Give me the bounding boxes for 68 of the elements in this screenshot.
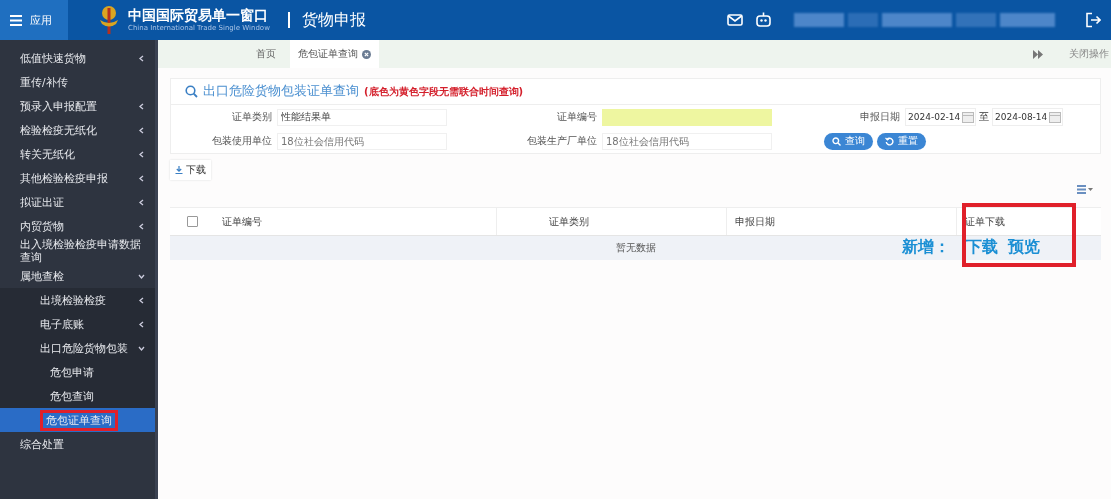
column-header[interactable]: 证单编号 [214,208,496,235]
chevron-left-icon [138,102,145,110]
date-field[interactable]: 2024-08-14 [992,108,1063,126]
chevron-left-icon [138,150,145,158]
mail-icon[interactable] [727,14,743,26]
undo-icon [885,136,894,146]
sidebar-item[interactable]: 转关无纸化 [0,142,155,166]
field-label: 申报日期 [859,110,901,124]
input-field[interactable]: 18位社会信用代码 [277,132,447,150]
sidebar-item[interactable]: 出入境检验检疫申请数据查询 [0,238,155,264]
sidebar-item[interactable]: 属地查检 [0,264,155,288]
chevron-left-icon [138,174,145,182]
sidebar-item[interactable]: 出境检验检疫 [0,288,155,312]
chevron-left-icon [138,222,145,230]
sidebar-item[interactable]: 电子底账 [0,312,155,336]
chevron-left-icon [138,296,145,304]
field-label: 证单类别 [231,110,273,124]
download-button[interactable]: 下载 [170,160,211,180]
close-icon[interactable] [362,49,371,59]
sidebar-item[interactable]: 拟证出证 [0,190,155,214]
fast-forward-icon[interactable] [1033,49,1043,59]
sidebar-item[interactable]: 重传/补传 [0,70,155,94]
sidebar-item[interactable]: 内贸货物 [0,214,155,238]
input-field[interactable] [602,108,772,126]
range-separator: 至 [978,110,990,124]
sidebar-item[interactable]: 危包查询 [0,384,155,408]
page-tab[interactable]: 首页 [248,40,284,68]
chevron-left-icon [138,126,145,134]
reset-button[interactable]: 重置 [877,132,926,150]
input-field[interactable]: 18位社会信用代码 [602,132,772,150]
chevron-left-icon [138,320,145,328]
logout-icon[interactable] [1085,12,1101,28]
search-button[interactable]: 查询 [824,132,873,150]
empty-message: 暂无数据 [615,241,656,255]
sidebar-item[interactable]: 检验检疫无纸化 [0,118,155,142]
chevron-left-icon [138,54,145,62]
input-field[interactable]: 性能结果单 [277,108,447,126]
column-header[interactable]: 申报日期 [726,208,956,235]
chevron-left-icon [138,198,145,206]
sidebar-item[interactable]: 预录入申报配置 [0,94,155,118]
apps-menu-button[interactable]: 应用 [0,0,68,40]
date-field[interactable]: 2024-02-14 [905,108,976,126]
columns-icon [1077,185,1093,194]
download-icon [175,166,183,174]
menu-icon [10,14,22,26]
sidebar-item[interactable]: 危包申请 [0,360,155,384]
sidebar-item[interactable]: 出口危险货物包装 [0,336,155,360]
page-tab[interactable]: 危包证单查询 [290,40,379,68]
field-label: 包装使用单位 [211,134,273,148]
checkbox[interactable] [186,216,198,227]
chevron-down-icon [138,272,145,280]
portal-title: 中国国际贸易单一窗口 [128,7,269,23]
field-label: 包装生产厂单位 [526,134,598,148]
sidebar-item[interactable]: 综合处置 [0,432,155,456]
chevron-down-icon [138,344,145,352]
hint-text: (底色为黄色字段无需联合时间查询) [364,84,524,99]
panel-title: 出口危险货物包装证单查询 [203,83,359,100]
column-header[interactable]: 证单下载 [956,208,1101,235]
search-icon [832,136,841,146]
sidebar-item[interactable]: 危包证单查询 [0,408,155,432]
sidebar-item[interactable]: 低值快速货物 [0,46,155,70]
search-icon [185,85,198,98]
annotation-label: 新增： [902,237,950,258]
sidebar-item[interactable]: 其他检验检疫申报 [0,166,155,190]
field-label: 证单编号 [556,110,598,124]
robot-icon[interactable] [755,12,772,28]
module-title: 货物申报 [287,12,366,28]
column-header[interactable]: 证单类别 [496,208,726,235]
